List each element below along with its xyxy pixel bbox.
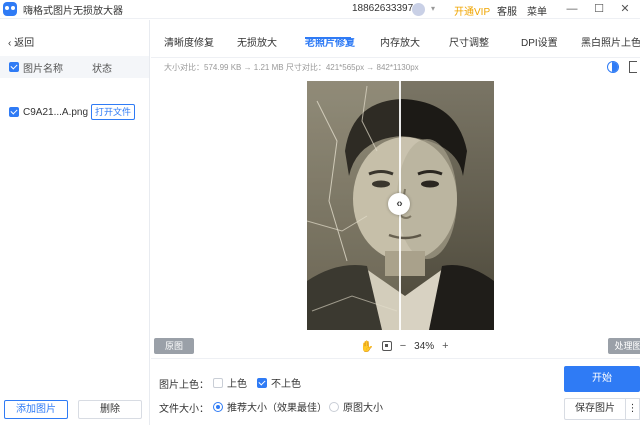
function-tabs: 清晰度修复 无损放大 老照片修复 内存放大 尺寸调整 DPI设置 黑白照片上色	[151, 20, 640, 58]
app-window: 嗨格式图片无损放大器 18862633397 ▾ 开通VIP 客服 菜单 — ☐…	[0, 0, 640, 425]
zoom-toolbar: ✋ − 34% +	[360, 337, 449, 355]
tab-memory-enlarge[interactable]: 内存放大	[380, 34, 420, 49]
zoom-level: 34%	[414, 340, 435, 352]
filesize-original-option[interactable]: 原图大小	[329, 399, 383, 414]
tab-dpi-settings[interactable]: DPI设置	[521, 34, 558, 49]
close-button[interactable]: ✕	[617, 1, 633, 17]
tab-clarity-repair[interactable]: 清晰度修复	[164, 34, 214, 49]
colorize-label: 图片上色：	[159, 380, 209, 391]
fit-screen-icon[interactable]	[381, 341, 392, 351]
delete-button[interactable]: 删除	[78, 400, 142, 419]
maximize-button[interactable]: ☐	[591, 1, 607, 17]
app-logo-icon	[3, 2, 17, 16]
tab-bw-colorize[interactable]: 黑白照片上色	[581, 34, 640, 49]
active-tab-indicator	[305, 37, 351, 39]
processed-label-tag: 处理图	[608, 338, 640, 354]
filesize-recommended-radio[interactable]	[213, 401, 223, 412]
back-icon: ‹	[8, 38, 12, 49]
avatar[interactable]	[412, 3, 425, 16]
column-status-header: 状态	[92, 63, 112, 75]
tab-lossless-enlarge[interactable]: 无损放大	[237, 34, 277, 49]
filesize-recommended-option[interactable]: 推荐大小（效果最佳）	[213, 399, 327, 414]
filesize-original-label: 原图大小	[343, 403, 383, 414]
file-sidebar: ‹ 返回 图片名称 状态 C9A21...A.png 打开文件 添加图片 删除	[0, 20, 150, 425]
minimize-button[interactable]: —	[564, 1, 580, 17]
account-phone[interactable]: 18862633397	[352, 3, 413, 14]
save-image-button[interactable]: 保存图片	[564, 398, 626, 420]
open-file-button[interactable]: 打开文件	[91, 104, 135, 120]
original-label-tag: 原图	[154, 338, 194, 354]
vip-button[interactable]: 开通VIP	[454, 3, 490, 18]
zoom-in-button[interactable]: +	[442, 340, 448, 352]
account-dropdown-icon[interactable]: ▾	[431, 4, 435, 13]
compare-view-icon[interactable]	[607, 61, 619, 73]
more-options-button[interactable]: ⋮	[626, 398, 640, 420]
title-bar: 嗨格式图片无损放大器 18862633397 ▾ 开通VIP 客服 菜单 — ☐…	[0, 0, 640, 19]
size-info-bar: 大小对比：574.99 KB → 1.21 MB 尺寸对比：421*565px …	[151, 59, 640, 77]
colorize-no-checkbox[interactable]	[257, 377, 267, 388]
back-button[interactable]: ‹ 返回	[8, 34, 34, 49]
colorize-no-label: 不上色	[271, 379, 301, 390]
start-button[interactable]: 开始	[564, 366, 640, 392]
service-button[interactable]: 客服	[497, 3, 517, 18]
pan-hand-icon[interactable]: ✋	[360, 340, 374, 353]
file-name: C9A21...A.png	[23, 106, 89, 118]
app-title: 嗨格式图片无损放大器	[23, 5, 123, 17]
file-checkbox[interactable]	[9, 107, 19, 117]
preview-area: ‹› 原图 处理图 ✋ − 34% +	[151, 77, 640, 357]
filesize-recommended-label: 推荐大小（效果最佳）	[227, 403, 327, 414]
options-panel: 图片上色： 上色 不上色 文件大小： 推荐大小（效果最佳） 原图大小 开始 保存…	[151, 358, 640, 425]
back-label: 返回	[14, 38, 35, 49]
size-comparison-text: 大小对比：574.99 KB → 1.21 MB 尺寸对比：421*565px …	[164, 63, 419, 72]
tab-size-adjust[interactable]: 尺寸调整	[449, 34, 489, 49]
add-image-button[interactable]: 添加图片	[4, 400, 68, 419]
colorize-yes-checkbox[interactable]	[213, 377, 223, 388]
file-list-item[interactable]: C9A21...A.png 打开文件	[0, 102, 149, 122]
column-name-header: 图片名称	[23, 63, 63, 75]
colorize-yes-option[interactable]: 上色	[213, 375, 247, 390]
filesize-label: 文件大小：	[159, 404, 209, 415]
file-list-header: 图片名称 状态	[0, 56, 149, 78]
side-by-side-icon[interactable]	[629, 61, 637, 73]
filesize-original-radio[interactable]	[329, 401, 339, 412]
colorize-yes-label: 上色	[227, 379, 247, 390]
compare-slider-handle[interactable]: ‹›	[388, 193, 410, 215]
menu-button[interactable]: 菜单	[527, 3, 547, 18]
select-all-checkbox[interactable]	[9, 62, 19, 72]
colorize-no-option[interactable]: 不上色	[257, 375, 301, 390]
zoom-out-button[interactable]: −	[400, 340, 406, 352]
